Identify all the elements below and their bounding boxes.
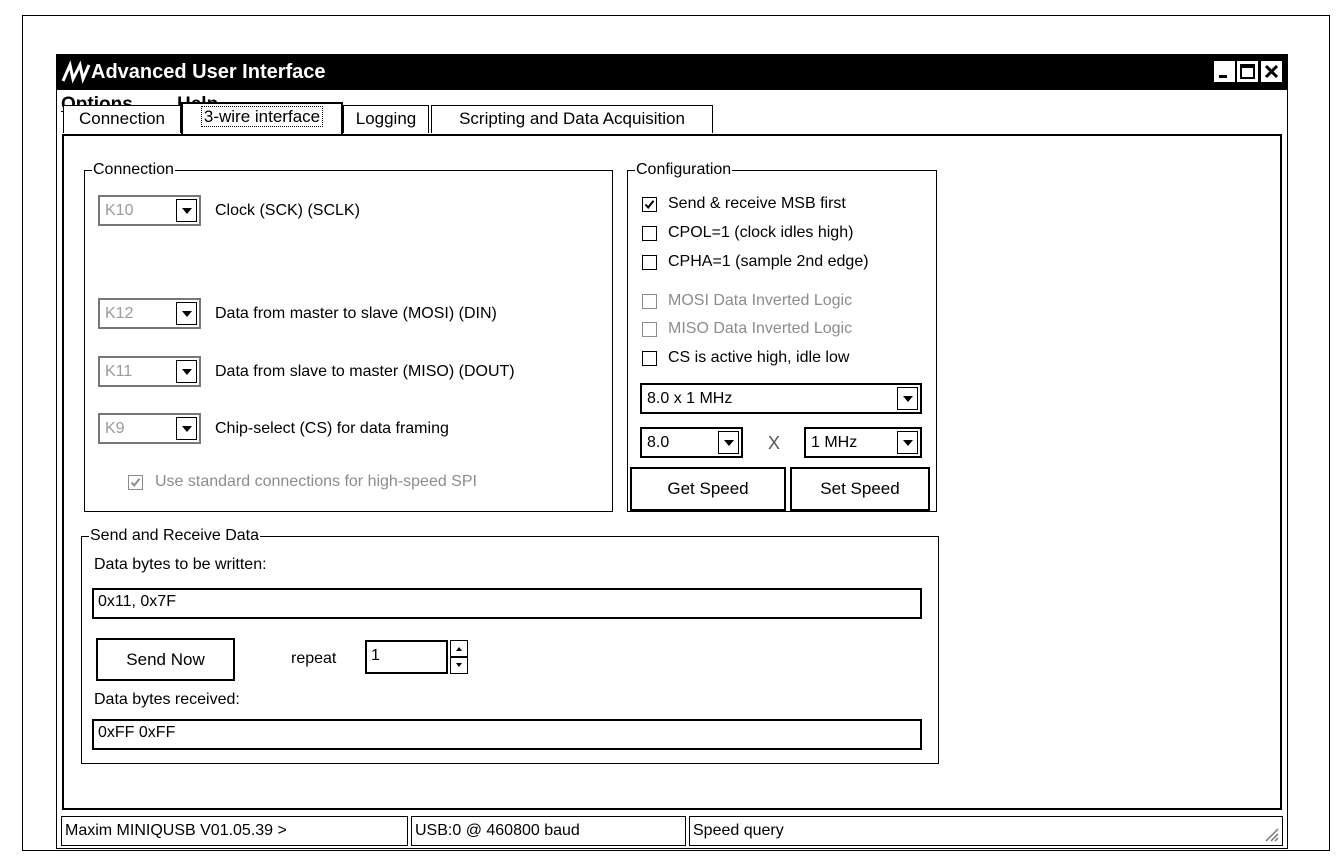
connection-group: Connection K10 Clock (SCK) (SCLK) K12 Da…	[84, 160, 613, 512]
maxim-logo-icon	[61, 60, 91, 84]
msb-first-label: Send & receive MSB first	[668, 195, 846, 212]
status-port: USB:0 @ 460800 baud	[411, 816, 686, 846]
minimize-icon	[1219, 75, 1227, 78]
configuration-group: Configuration Send & receive MSB first C…	[627, 160, 937, 512]
spinner-down-button[interactable]	[450, 657, 468, 674]
cpha-label: CPHA=1 (sample 2nd edge)	[668, 253, 869, 270]
minimize-button[interactable]	[1213, 60, 1236, 83]
standard-connections-checkbox[interactable]	[128, 475, 143, 490]
unit-select[interactable]: 1 MHz	[804, 427, 922, 458]
cs-pin-select[interactable]: K9	[98, 413, 201, 444]
close-button[interactable]	[1260, 60, 1283, 83]
spinner-up-button[interactable]	[450, 640, 468, 657]
window-title: Advanced User Interface	[91, 61, 326, 83]
cs-active-high-label: CS is active high, idle low	[668, 349, 850, 366]
chevron-down-icon	[176, 302, 197, 325]
get-speed-button[interactable]: Get Speed	[630, 467, 786, 511]
resize-grip-icon[interactable]	[1263, 826, 1279, 842]
times-sign: X	[768, 433, 781, 453]
miso-inverted-label: MISO Data Inverted Logic	[668, 320, 853, 337]
chevron-down-icon	[897, 431, 918, 454]
maximize-icon	[1240, 64, 1255, 79]
received-label: Data bytes received:	[94, 691, 240, 708]
multiplier-select[interactable]: 8.0	[640, 427, 743, 458]
chevron-down-icon	[897, 387, 918, 410]
repeat-spinner[interactable]	[450, 640, 468, 674]
write-input[interactable]: 0x11, 0x7F	[92, 588, 922, 619]
arrow-down-icon	[456, 663, 462, 667]
chevron-down-icon	[176, 199, 197, 222]
tab-3-wire-interface[interactable]: 3-wire interface	[181, 102, 343, 135]
cs-label: Chip-select (CS) for data framing	[215, 420, 449, 437]
cpol-label: CPOL=1 (clock idles high)	[668, 224, 854, 241]
set-speed-button[interactable]: Set Speed	[790, 467, 930, 511]
chevron-down-icon	[176, 360, 197, 383]
standard-connections-label: Use standard connections for high-speed …	[155, 473, 477, 490]
chevron-down-icon	[718, 431, 739, 454]
title-bar[interactable]: Advanced User Interface	[57, 55, 1287, 90]
write-label: Data bytes to be written:	[94, 556, 267, 573]
cpha-checkbox[interactable]	[642, 255, 657, 270]
app-window: Advanced User Interface Options Help Con…	[56, 54, 1288, 849]
status-message: Speed query	[689, 816, 1283, 846]
tab-strip: Connection 3-wire interface Logging Scri…	[57, 102, 1287, 135]
send-now-button[interactable]: Send Now	[96, 638, 235, 681]
connection-group-title: Connection	[92, 160, 175, 180]
check-icon	[130, 478, 141, 488]
configuration-group-title: Configuration	[635, 160, 733, 180]
received-output: 0xFF 0xFF	[92, 719, 922, 750]
tab-logging[interactable]: Logging	[343, 105, 429, 133]
maximize-button[interactable]	[1236, 60, 1259, 83]
close-icon	[1264, 64, 1279, 79]
miso-inverted-checkbox[interactable]	[642, 322, 657, 337]
clock-pin-select[interactable]: K10	[98, 195, 201, 226]
tab-panel: Connection K10 Clock (SCK) (SCLK) K12 Da…	[62, 134, 1282, 810]
status-bar: Maxim MINIQUSB V01.05.39 > USB:0 @ 46080…	[57, 816, 1287, 849]
check-icon	[644, 200, 655, 210]
msb-first-checkbox[interactable]	[642, 197, 657, 212]
mosi-pin-select[interactable]: K12	[98, 298, 201, 329]
repeat-label: repeat	[291, 650, 337, 667]
status-device: Maxim MINIQUSB V01.05.39 >	[61, 816, 408, 846]
send-receive-group-title: Send and Receive Data	[89, 526, 260, 546]
mosi-inverted-label: MOSI Data Inverted Logic	[668, 292, 853, 309]
mosi-inverted-checkbox[interactable]	[642, 294, 657, 309]
tab-connection[interactable]: Connection	[63, 105, 181, 133]
cs-active-high-checkbox[interactable]	[642, 351, 657, 366]
repeat-input[interactable]: 1	[365, 640, 448, 674]
clock-label: Clock (SCK) (SCLK)	[215, 202, 360, 219]
cpol-checkbox[interactable]	[642, 226, 657, 241]
send-receive-group: Send and Receive Data Data bytes to be w…	[81, 526, 939, 764]
miso-label: Data from slave to master (MISO) (DOUT)	[215, 363, 515, 380]
miso-pin-select[interactable]: K11	[98, 356, 201, 387]
chevron-down-icon	[176, 417, 197, 440]
speed-select[interactable]: 8.0 x 1 MHz	[640, 383, 922, 414]
arrow-up-icon	[456, 647, 462, 651]
mosi-label: Data from master to slave (MOSI) (DIN)	[215, 305, 497, 322]
tab-scripting[interactable]: Scripting and Data Acquisition	[431, 105, 713, 133]
